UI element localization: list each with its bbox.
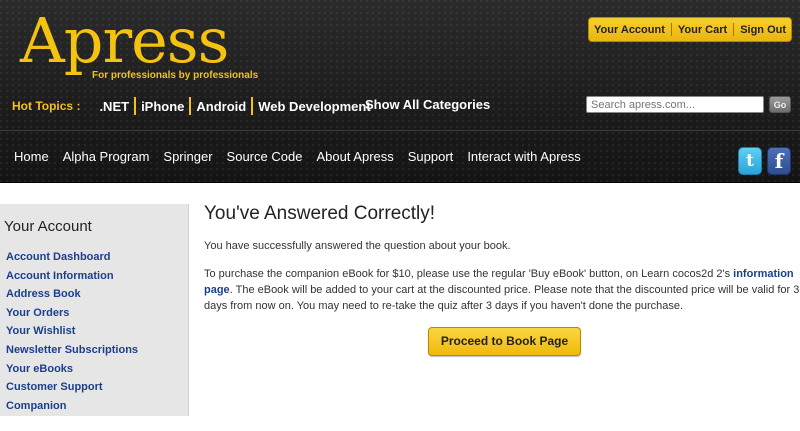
sidebar-item-companion[interactable]: Companion: [6, 397, 138, 416]
nav-home[interactable]: Home: [14, 149, 49, 164]
hot-topics-label: Hot Topics :: [12, 99, 81, 113]
twitter-icon[interactable]: t: [738, 147, 762, 175]
your-account-link[interactable]: Your Account: [594, 24, 665, 36]
account-sidebar: Your Account Account Dashboard Account I…: [0, 204, 189, 416]
nav-alpha-program[interactable]: Alpha Program: [63, 149, 150, 164]
sidebar-item-account-information[interactable]: Account Information: [6, 267, 138, 286]
sign-out-link[interactable]: Sign Out: [740, 24, 786, 36]
twitter-glyph: t: [746, 151, 754, 171]
facebook-glyph: f: [774, 149, 784, 173]
header-divider: [0, 130, 800, 131]
logo-tagline: For professionals by professionals: [92, 70, 259, 81]
facebook-icon[interactable]: f: [767, 147, 791, 175]
hot-topic-android[interactable]: Android: [191, 99, 251, 114]
sidebar-title: Your Account: [4, 218, 92, 235]
nav-source-code[interactable]: Source Code: [227, 149, 303, 164]
nav-springer[interactable]: Springer: [163, 149, 212, 164]
sidebar-item-your-orders[interactable]: Your Orders: [6, 304, 138, 323]
instructions-text-start: To purchase the companion eBook for $10,…: [204, 268, 734, 280]
search-input[interactable]: [586, 96, 764, 113]
success-message: You have successfully answered the quest…: [204, 240, 511, 252]
nav-about-apress[interactable]: About Apress: [316, 149, 393, 164]
hot-topic-iphone[interactable]: iPhone: [136, 99, 189, 114]
search-go-button[interactable]: Go: [769, 96, 791, 113]
account-bar-divider: [670, 23, 672, 36]
apress-logo[interactable]: Apress: [20, 10, 229, 72]
sidebar-item-account-dashboard[interactable]: Account Dashboard: [6, 248, 138, 267]
sidebar-item-your-ebooks[interactable]: Your eBooks: [6, 360, 138, 379]
hot-topics: Hot Topics : .NET iPhone Android Web Dev…: [12, 97, 376, 115]
sidebar-item-your-wishlist[interactable]: Your Wishlist: [6, 322, 138, 341]
account-bar: Your Account Your Cart Sign Out: [588, 17, 792, 42]
page-title: You've Answered Correctly!: [204, 203, 436, 224]
site-header: Apress For professionals by professional…: [0, 0, 800, 183]
your-cart-link[interactable]: Your Cart: [678, 24, 727, 36]
nav-support[interactable]: Support: [408, 149, 454, 164]
sidebar-list: Account Dashboard Account Information Ad…: [6, 248, 138, 415]
nav-interact-with-apress[interactable]: Interact with Apress: [467, 149, 580, 164]
hot-topic-dotnet[interactable]: .NET: [94, 99, 134, 114]
purchase-instructions: To purchase the companion eBook for $10,…: [204, 266, 800, 314]
show-all-categories-link[interactable]: Show All Categories: [365, 97, 490, 112]
account-bar-divider: [733, 23, 735, 36]
sidebar-item-address-book[interactable]: Address Book: [6, 285, 138, 304]
hot-topic-web-development[interactable]: Web Development: [253, 99, 375, 114]
main-nav: Home Alpha Program Springer Source Code …: [14, 149, 595, 164]
sidebar-item-customer-support[interactable]: Customer Support: [6, 378, 138, 397]
proceed-to-book-page-button[interactable]: Proceed to Book Page: [428, 327, 581, 356]
sidebar-item-newsletter-subscriptions[interactable]: Newsletter Subscriptions: [6, 341, 138, 360]
instructions-text-end: . The eBook will be added to your cart a…: [204, 284, 800, 312]
